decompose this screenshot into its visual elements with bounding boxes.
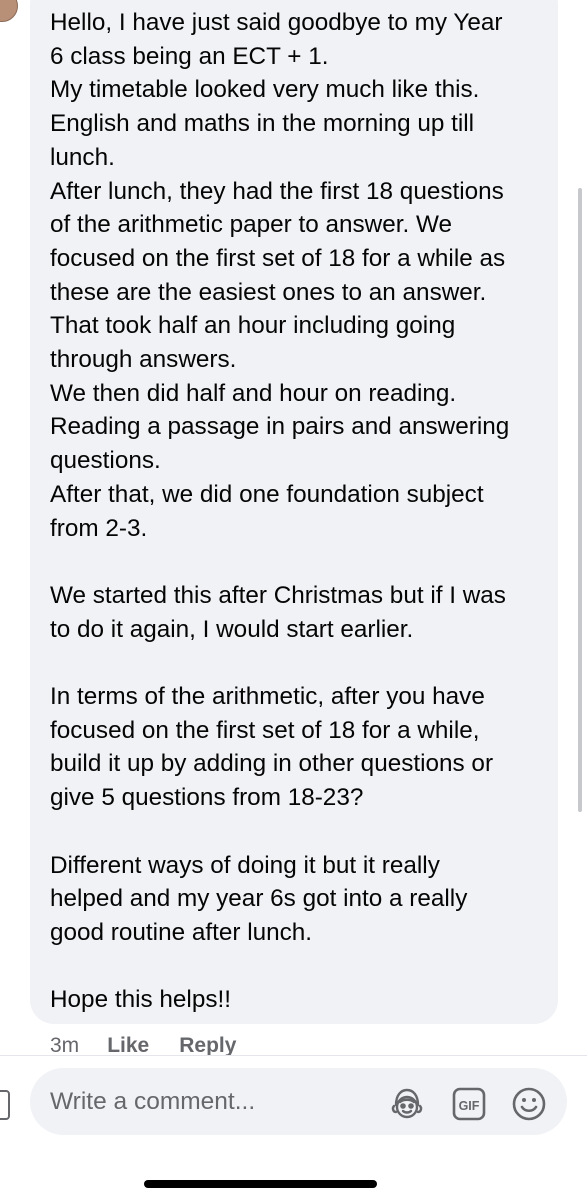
comment-line: After lunch, they had the first 18 quest… [50,177,504,205]
comment-line: 6 class being an ECT + 1. [50,42,329,70]
comment-line: We started this after Christmas but if I… [50,581,506,609]
comment-line: through answers. [50,346,237,374]
avatar-sticker-icon[interactable] [388,1085,426,1123]
scrollbar[interactable] [578,188,582,812]
comment-line: My timetable looked very much like this. [50,76,480,104]
comment-line: lunch. [50,143,115,171]
comment-line: We then did half and hour on reading. [50,379,457,407]
comment-input-placeholder: Write a comment... [50,1088,256,1115]
comment-line: to do it again, I would start earlier. [50,615,414,643]
commenter-avatar[interactable] [0,0,18,22]
comment-line: That took half an hour including going [50,312,456,340]
comment-line: questions. [50,447,161,475]
comment-line: good routine after lunch. [50,918,313,946]
gif-icon[interactable]: GIF [450,1085,488,1123]
home-indicator[interactable] [144,1180,377,1188]
comment-line: of the arithmetic paper to answer. We [50,211,453,239]
comment-body: Hello, I have just said goodbye to my Ye… [50,6,550,1017]
comment-line: build it up by adding in other questions… [50,750,494,778]
comment-line: from 2-3. [50,514,148,542]
comment-line: In terms of the arithmetic, after you ha… [50,683,485,711]
comment-line: focused on the first set of 18 for a whi… [50,244,506,272]
comment-line: helped and my year 6s got into a really [50,885,468,913]
comment-line: these are the easiest ones to an answer. [50,278,487,306]
comment-input[interactable]: Write a comment... GIF [30,1068,567,1135]
comment-line: Reading a passage in pairs and answering [50,413,510,441]
comment-line: Different ways of doing it but it really [50,851,440,879]
comment-line: Hope this helps!! [50,986,231,1014]
svg-text:GIF: GIF [459,1099,480,1113]
comment-line: focused on the first set of 18 for a whi… [50,716,480,744]
comment-line: English and maths in the morning up till [50,110,475,138]
comment-line: give 5 questions from 18-23? [50,784,364,812]
emoji-icon[interactable] [510,1085,548,1123]
camera-icon[interactable] [0,1090,10,1120]
comment-composer: Write a comment... GIF [0,1055,587,1156]
comment-line: After that, we did one foundation subjec… [50,480,484,508]
comment-line: Hello, I have just said goodbye to my Ye… [50,9,503,36]
